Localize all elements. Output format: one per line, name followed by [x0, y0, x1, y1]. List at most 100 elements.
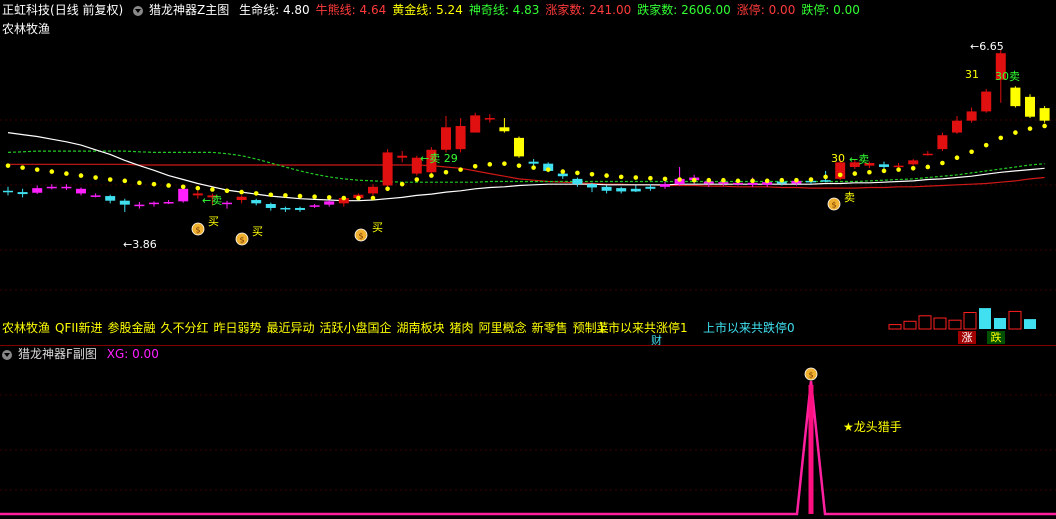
gold-dot-14	[210, 187, 215, 192]
sub-chart-panel[interactable]: $ 猎龙神器F副图 XG: 0.00 ★龙头猎手	[0, 345, 1056, 519]
indicator-value-7: 跌停: 0.00	[801, 3, 860, 17]
volume-bar-4	[948, 319, 962, 330]
concept-tag-9[interactable]: 新零售	[532, 321, 568, 335]
rise-label: 涨	[958, 331, 976, 344]
sell-label-30: ←卖	[849, 153, 869, 166]
gold-dot-12	[180, 184, 186, 190]
candle-body-39	[572, 178, 583, 185]
sell-label-small: 卖	[844, 191, 855, 204]
concept-tag-bar: 农林牧渔 QFII新进 参股金融 久不分红 昨日弱势 最近异动 活跃小盘国企 湖南板块 猪肉 阿里…	[2, 319, 619, 336]
main-indicator-name[interactable]: 猎龙神器Z主图	[149, 3, 229, 17]
candle-body-25	[368, 186, 378, 194]
gold-dot-52	[764, 178, 770, 184]
gold-dot-19	[283, 193, 288, 198]
gold-dot-23	[341, 195, 347, 201]
volume-bar-3	[933, 317, 947, 330]
candle-body-22	[324, 201, 335, 205]
gold-dot-61	[896, 167, 901, 172]
gold-dot-63	[925, 164, 931, 170]
gold-dot-57	[837, 172, 843, 178]
gold-dot-67	[983, 142, 989, 148]
volume-bar-9	[1024, 319, 1036, 329]
concept-tag-3[interactable]: 昨日弱势	[213, 321, 261, 335]
gold-dot-39	[575, 170, 580, 176]
candle-body-3	[46, 186, 57, 189]
gold-dot-4	[64, 171, 69, 176]
volume-bar-8	[1008, 310, 1022, 330]
gold-dot-43	[633, 175, 639, 180]
gold-dot-20	[297, 193, 303, 199]
concept-tag-6[interactable]: 湖南板块	[397, 321, 445, 335]
concept-tag-8[interactable]: 阿里概念	[479, 321, 527, 335]
gold-dot-36	[531, 165, 536, 170]
gold-dot-54	[794, 177, 799, 183]
money-bag-glyph: $	[831, 201, 836, 210]
period-label: (日线 前复权)	[50, 3, 124, 17]
gold-dot-9	[137, 180, 142, 186]
sector-label: 农林牧渔	[2, 22, 51, 36]
candle-body-19	[280, 207, 291, 210]
buy-label-3: 买	[372, 221, 383, 234]
gold-dot-29	[429, 173, 434, 178]
candle-body-0	[3, 190, 13, 193]
gold-dot-46	[677, 177, 682, 182]
gold-dot-60	[881, 168, 887, 174]
money-bag-glyph: $	[195, 226, 200, 235]
indicator-values: 生命线: 4.80 牛熊线: 4.64 黄金线: 5.24 神奇线: 4.83 涨家数:…	[239, 3, 866, 17]
concept-tag-7[interactable]: 猪肉	[450, 321, 474, 335]
concept-tag-5[interactable]: 活跃小盘国企	[320, 321, 392, 335]
gold-dot-1	[20, 165, 25, 170]
concept-tag-0[interactable]: QFII新进	[55, 321, 102, 335]
tag-sector[interactable]: 农林牧渔	[2, 321, 50, 335]
gold-dot-53	[779, 177, 785, 183]
limit-up-total: 上市以来共涨停1	[596, 321, 688, 335]
candle-body-11	[163, 202, 174, 204]
concept-tags: QFII新进 参股金融 久不分红 昨日弱势 最近异动 活跃小盘国企 湖南板块 猪肉 阿里概念 新零…	[55, 321, 614, 335]
gold-dot-5	[78, 173, 84, 178]
gold-dot-33	[487, 162, 493, 167]
money-bag-glyph: $	[808, 371, 813, 380]
gold-dot-10	[151, 181, 157, 187]
magic-line	[7, 150, 1045, 183]
candle-body-61	[893, 165, 904, 168]
candle-body-33	[484, 118, 495, 120]
candle-body-16	[236, 196, 247, 201]
gold-dot-32	[472, 164, 478, 169]
volume-bar-5	[963, 312, 977, 330]
gold-dot-48	[706, 177, 712, 183]
sub-indicator-name[interactable]: 猎龙神器F副图	[18, 347, 97, 361]
concept-tag-2[interactable]: 久不分红	[160, 321, 208, 335]
gold-dot-66	[969, 149, 974, 155]
volume-bar-2	[918, 315, 932, 330]
xg-spike-bar	[808, 385, 814, 514]
money-bag-glyph: $	[358, 232, 363, 241]
gold-dot-7	[107, 177, 113, 182]
candle-body-20	[295, 207, 305, 210]
volume-bar-6	[979, 308, 991, 329]
gold-dot-31	[458, 167, 463, 172]
gold-dot-3	[49, 169, 55, 174]
high-price-label: ←6.65	[970, 40, 1004, 53]
gold-dot-51	[750, 178, 755, 184]
candle-body-8	[119, 200, 130, 205]
num-31-label: 31	[965, 68, 979, 81]
main-chart-canvas[interactable]: $$ $$买买 买卖←卖←卖 29 30 ←卖30卖31←6.65←3.86	[0, 0, 1056, 345]
gold-dot-26	[385, 186, 390, 192]
gold-dot-47	[691, 177, 697, 183]
concept-tag-4[interactable]: 最近异动	[267, 321, 315, 335]
sell-30-right-label: 30卖	[995, 70, 1020, 83]
dropdown-circle-icon[interactable]	[2, 349, 12, 360]
gold-dot-65	[954, 155, 960, 161]
main-chart-panel[interactable]: $ $ $ $ 买买买卖 ←卖 ←卖 29 30 ←卖 30卖 31 ←6.65 ←3.86 正虹科技(…	[0, 0, 1056, 347]
gold-dot-17	[253, 191, 259, 196]
buy-label-1: 买	[208, 215, 219, 228]
indicator-value-4: 涨家数: 241.00	[545, 3, 632, 17]
gold-dot-68	[998, 135, 1004, 141]
indicator-value-5: 跌家数: 2606.00	[637, 3, 731, 17]
gold-dot-11	[166, 183, 171, 188]
dropdown-circle-icon[interactable]	[133, 5, 144, 16]
concept-tag-1[interactable]: 参股金融	[107, 321, 155, 335]
gold-dot-35	[516, 163, 522, 168]
dragon-hunter-label: ★龙头猎手	[843, 420, 902, 434]
gold-dot-55	[808, 177, 814, 182]
